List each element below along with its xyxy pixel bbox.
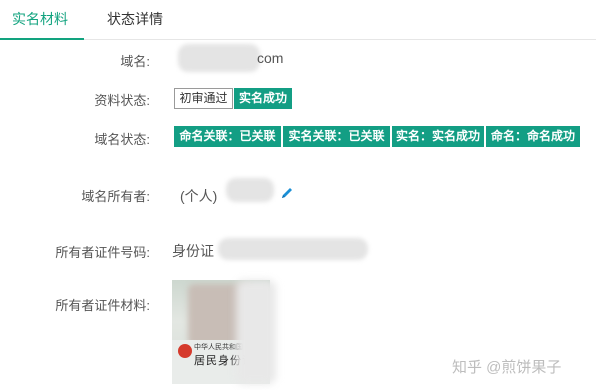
- status-badge-initial-review: 初审通过: [174, 88, 233, 109]
- material-status-label: 资料状态:: [94, 93, 150, 108]
- domain-suffix: com: [257, 50, 284, 66]
- domain-status-label: 域名状态:: [94, 132, 150, 147]
- tab-real-name-material[interactable]: 实名材料: [12, 0, 68, 40]
- redacted-domain-name: [178, 44, 260, 72]
- active-tab-indicator: [0, 38, 84, 40]
- owner-label: 域名所有者:: [81, 189, 150, 204]
- id-material-label: 所有者证件材料:: [55, 298, 150, 313]
- redacted-id-side: [236, 280, 276, 384]
- redacted-id-number: [218, 238, 368, 260]
- tab-status-detail[interactable]: 状态详情: [107, 0, 163, 40]
- id-number-label: 所有者证件号码:: [55, 245, 150, 260]
- status-badge-realname-link: 实名关联：已关联: [283, 126, 390, 147]
- pencil-icon[interactable]: [280, 186, 294, 200]
- id-type: 身份证: [172, 243, 214, 259]
- watermark: 知乎 @煎饼果子: [452, 359, 562, 376]
- status-badge-realname: 实名：实名成功: [392, 126, 484, 147]
- status-badge-naming: 命名：命名成功: [486, 126, 580, 147]
- national-emblem-icon: [178, 344, 192, 358]
- domain-label: 域名:: [120, 54, 150, 69]
- tab-bar: 实名材料 状态详情: [0, 0, 596, 40]
- status-badge-naming-link: 命名关联：已关联: [174, 126, 281, 147]
- owner-type: (个人): [180, 188, 218, 204]
- status-badge-verified: 实名成功: [234, 88, 292, 109]
- redacted-owner-name: [226, 178, 274, 202]
